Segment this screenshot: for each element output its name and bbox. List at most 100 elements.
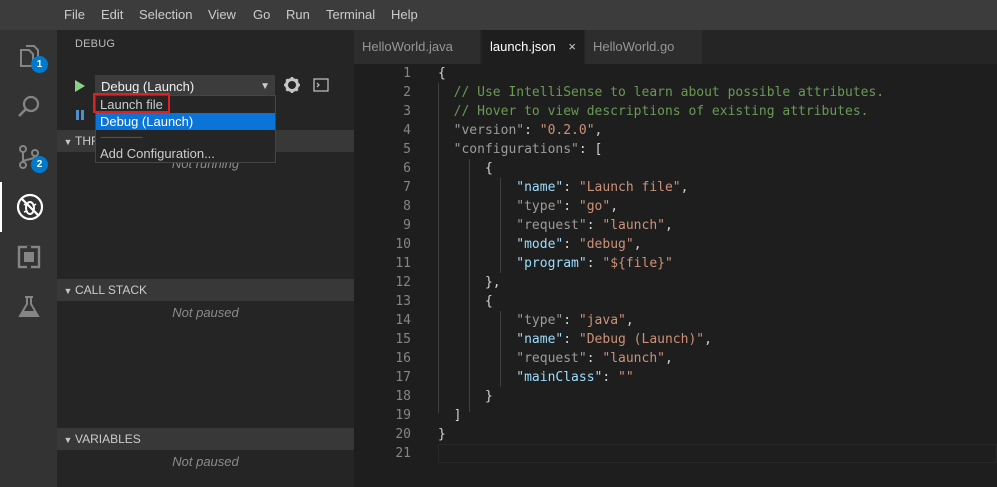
- line-number: 10: [395, 237, 411, 252]
- debug-console-button[interactable]: [313, 78, 329, 92]
- line-number: 8: [403, 199, 411, 214]
- code-line: "version": "0.2.0",: [438, 123, 603, 138]
- debug-icon: [16, 193, 43, 221]
- flask-icon: [17, 296, 40, 317]
- tab-label: launch.json: [490, 39, 556, 54]
- code-line: // Use IntelliSense to learn about possi…: [438, 85, 884, 100]
- editor-tabs: HelloWorld.java launch.json × HelloWorld…: [354, 30, 997, 64]
- dropdown-option-debug-launch[interactable]: Debug (Launch): [96, 113, 275, 130]
- menu-go[interactable]: Go: [253, 0, 270, 30]
- tab-label: HelloWorld.go: [593, 39, 675, 54]
- line-number: 12: [395, 275, 411, 290]
- code-token: "Launch file": [578, 180, 681, 195]
- menu-terminal[interactable]: Terminal: [326, 0, 375, 30]
- code-token: "request": [438, 351, 587, 366]
- code-editor[interactable]: 1 {2 // Use IntelliSense to learn about p…: [354, 64, 997, 487]
- code-line: "name": "Debug (Launch)",: [438, 332, 712, 347]
- console-icon: [313, 78, 329, 92]
- code-token: "java": [578, 313, 626, 328]
- code-line: {: [438, 66, 446, 81]
- start-debugging-icon[interactable]: [75, 80, 85, 92]
- line-number: 5: [403, 142, 411, 157]
- line-number: 17: [395, 370, 411, 385]
- code-token: "launch": [602, 351, 665, 366]
- code-token: "": [618, 370, 634, 385]
- tab-launch-json[interactable]: launch.json ×: [482, 30, 584, 64]
- code-line: {: [438, 294, 493, 309]
- code-token: "request": [438, 218, 587, 233]
- tab-helloworld-java[interactable]: HelloWorld.java: [354, 30, 480, 64]
- variables-section-header[interactable]: ▼ VARIABLES: [57, 428, 354, 450]
- code-token: // Use IntelliSense to learn about possi…: [438, 85, 885, 100]
- code-token: "version": [438, 123, 525, 138]
- code-line: "request": "launch",: [438, 351, 673, 366]
- extensions-button[interactable]: [0, 232, 57, 282]
- menu-edit[interactable]: Edit: [101, 0, 123, 30]
- menu-view[interactable]: View: [208, 0, 236, 30]
- line-number: 2: [403, 85, 411, 100]
- variables-status: Not paused: [172, 454, 239, 469]
- tab-label: HelloWorld.java: [362, 39, 453, 54]
- menu-bar: File Edit Selection View Go Run Terminal…: [0, 0, 997, 30]
- line-number: 21: [395, 446, 411, 461]
- launch-config-value: Debug (Launch): [101, 79, 195, 94]
- code-token: // Hover to view descriptions of existin…: [438, 104, 869, 119]
- open-launch-json-button[interactable]: [283, 76, 301, 94]
- dropdown-add-configuration[interactable]: Add Configuration...: [96, 145, 275, 162]
- code-token: "mainClass": [438, 370, 603, 385]
- menu-run[interactable]: Run: [286, 0, 310, 30]
- code-token: }: [438, 389, 493, 404]
- code-token: "Debug (Launch)": [578, 332, 705, 347]
- code-token: "program": [438, 256, 587, 271]
- code-line: "mode": "debug",: [438, 237, 641, 252]
- code-token: :: [563, 332, 579, 347]
- line-number: 1: [403, 66, 411, 81]
- code-line: }: [438, 389, 493, 404]
- code-token: ,: [704, 332, 712, 347]
- source-control-badge: 2: [31, 156, 48, 173]
- debug-button[interactable]: [0, 182, 57, 232]
- chevron-down-icon: ▼: [63, 137, 73, 147]
- line-number: 18: [395, 389, 411, 404]
- tab-helloworld-go[interactable]: HelloWorld.go: [585, 30, 702, 64]
- code-token: "configurations": [438, 142, 579, 157]
- code-line: "type": "java",: [438, 313, 633, 328]
- code-token: :: [602, 370, 619, 385]
- code-token: ,: [594, 123, 603, 138]
- gear-icon: [284, 77, 300, 93]
- line-number: 6: [403, 161, 411, 176]
- code-token: "debug": [578, 237, 634, 252]
- code-token: {: [438, 294, 493, 309]
- call-stack-status: Not paused: [172, 305, 239, 320]
- search-button[interactable]: [0, 82, 57, 132]
- code-line: "type": "go",: [438, 199, 618, 214]
- code-token: "type": [438, 313, 564, 328]
- code-token: {: [438, 161, 493, 176]
- code-token: ]: [438, 408, 462, 423]
- code-token: :: [563, 237, 579, 252]
- code-token: ,: [665, 218, 673, 233]
- code-token: {: [438, 66, 446, 81]
- call-stack-section-header[interactable]: ▼ CALL STACK: [57, 279, 354, 301]
- close-icon[interactable]: ×: [568, 30, 576, 64]
- highlight-annotation: [93, 93, 170, 113]
- testing-button[interactable]: [0, 282, 57, 332]
- line-number: 13: [395, 294, 411, 309]
- extensions-icon: [17, 245, 40, 269]
- activity-bar: 1 2: [0, 30, 57, 487]
- code-line: },: [438, 275, 501, 290]
- line-number: 7: [403, 180, 411, 195]
- code-token: :: [586, 351, 603, 366]
- code-token: "0.2.0": [539, 123, 595, 138]
- menu-file[interactable]: File: [64, 0, 85, 30]
- source-control-button[interactable]: 2: [0, 132, 57, 182]
- code-token: :: [586, 256, 603, 271]
- code-token: "${file}": [602, 256, 673, 271]
- line-number: 4: [403, 123, 411, 138]
- code-line: "mainClass": "": [438, 370, 634, 385]
- menu-selection[interactable]: Selection: [139, 0, 192, 30]
- menu-help[interactable]: Help: [391, 0, 418, 30]
- code-token: :: [563, 199, 579, 214]
- explorer-button[interactable]: 1: [0, 32, 57, 82]
- code-token: "launch": [602, 218, 665, 233]
